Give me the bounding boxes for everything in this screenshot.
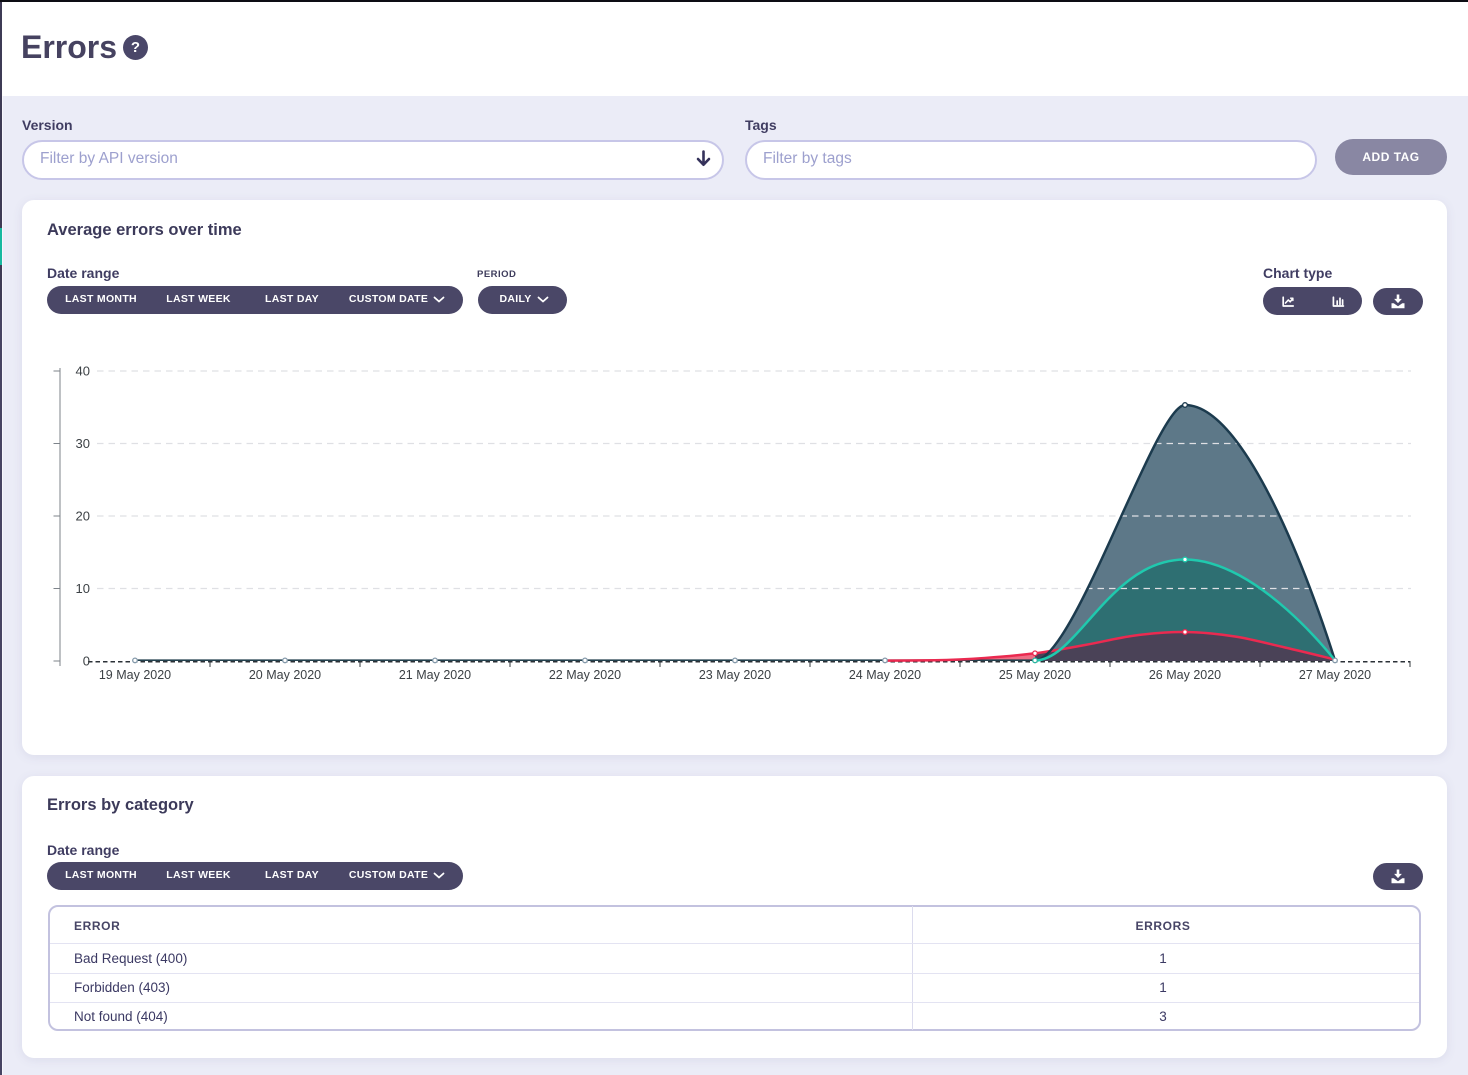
- svg-text:40: 40: [76, 364, 90, 379]
- svg-text:26 May 2020: 26 May 2020: [1149, 668, 1221, 682]
- svg-text:0: 0: [83, 654, 90, 669]
- svg-text:22 May 2020: 22 May 2020: [549, 668, 621, 682]
- svg-text:23 May 2020: 23 May 2020: [699, 668, 771, 682]
- svg-text:19 May 2020: 19 May 2020: [99, 668, 171, 682]
- svg-text:24 May 2020: 24 May 2020: [849, 668, 921, 682]
- svg-text:21 May 2020: 21 May 2020: [399, 668, 471, 682]
- svg-text:20: 20: [76, 509, 90, 524]
- svg-text:30: 30: [76, 436, 90, 451]
- svg-text:20 May 2020: 20 May 2020: [249, 668, 321, 682]
- svg-text:27 May 2020: 27 May 2020: [1299, 668, 1371, 682]
- svg-text:10: 10: [76, 581, 90, 596]
- svg-text:25 May 2020: 25 May 2020: [999, 668, 1071, 682]
